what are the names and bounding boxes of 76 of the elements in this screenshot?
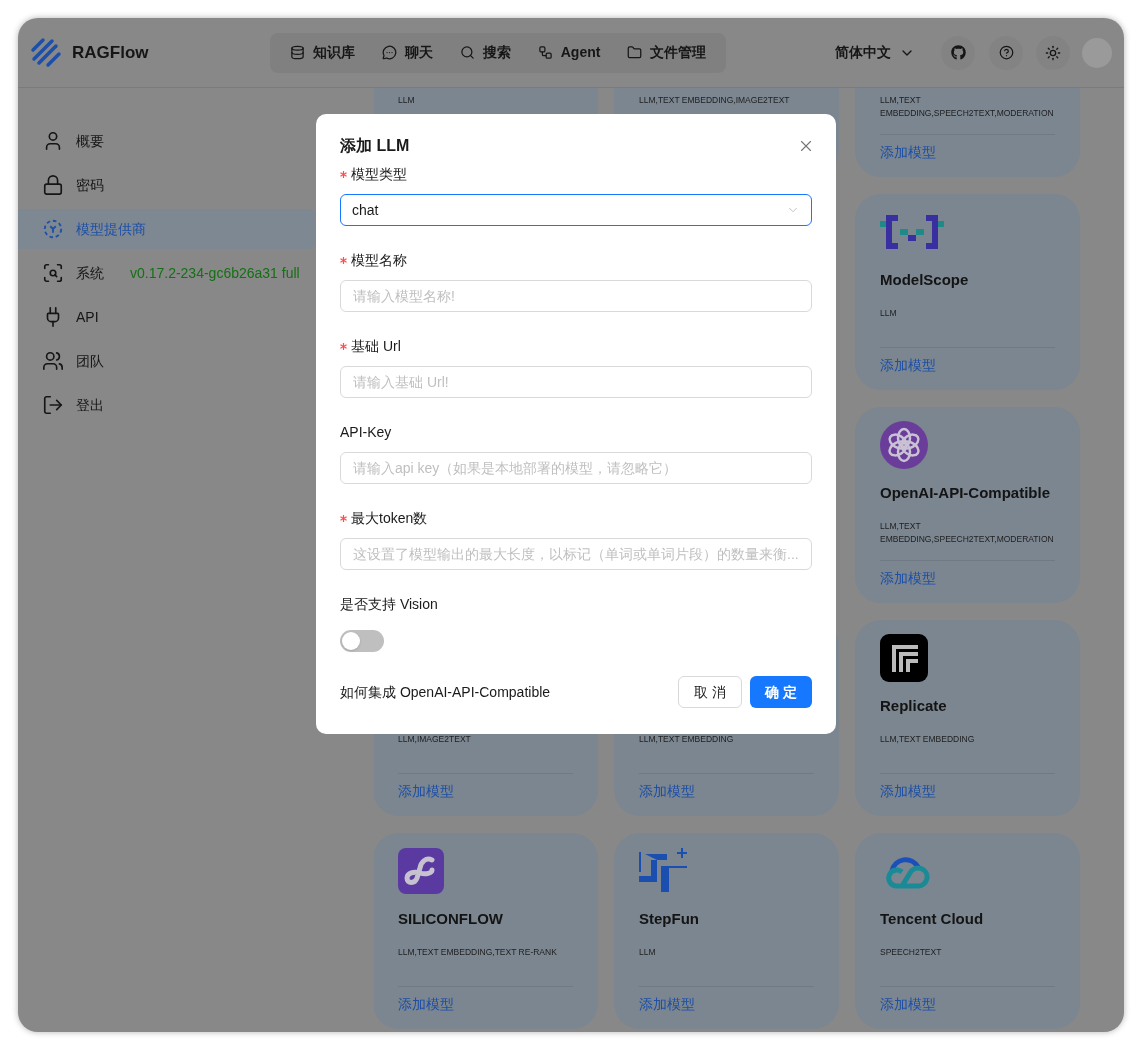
provider-tags: LLM [639, 946, 829, 959]
bars-square-logo [880, 634, 928, 682]
nav-icon [627, 45, 643, 60]
sidebar-icon [42, 174, 64, 196]
sidebar-item[interactable]: 概要 [18, 121, 318, 161]
sidebar-icon [42, 262, 64, 284]
provider-tags: LLM,TEXT EMBEDDING,TEXT RE-RANK [398, 946, 588, 959]
brand-name: RAGFlow [72, 41, 149, 64]
provider-tags: LLM,IMAGE2TEXT [398, 733, 588, 746]
language-select[interactable]: 简体中文 [835, 42, 915, 63]
integration-help-link[interactable]: 如何集成 OpenAI-API-Compatible [340, 681, 551, 703]
sun-icon [1045, 44, 1061, 61]
cancel-button[interactable]: 取 消 [678, 676, 743, 708]
provider-tags: LLM,TEXT EMBEDDING [880, 733, 1070, 746]
provider-tags: LLM,TEXT EMBEDDING,SPEECH2TEXT,MODERATION [880, 520, 1070, 546]
version-text: v0.17.2-234-gc6b26a31 full [130, 263, 300, 283]
nav-tab[interactable]: 搜索 [453, 36, 517, 69]
help-button[interactable] [989, 35, 1023, 70]
field-label: 模型名称 [351, 250, 407, 270]
field-label: 是否支持 Vision [340, 594, 438, 614]
dialog-title: 添加 LLM [340, 136, 410, 156]
provider-tags: SPEECH2TEXT [880, 946, 1070, 959]
input-field[interactable]: 请输入基础 Url! [340, 366, 812, 398]
sidebar-label: 模型提供商 [76, 219, 146, 239]
provider-tags: LLM,TEXT EMBEDDING [639, 733, 829, 746]
sidebar-label: 系统 [76, 263, 104, 283]
nav-icon [537, 45, 553, 60]
provider-name: Tencent Cloud [880, 908, 984, 929]
sidebar-item[interactable]: 团队 [18, 341, 318, 381]
provider-tags: LLM,TEXT EMBEDDING,IMAGE2TEXT [639, 94, 829, 107]
knot-circle-logo [880, 421, 928, 469]
sidebar-label: 密码 [76, 175, 104, 195]
input-field[interactable]: 这设置了模型输出的最大长度，以标记（单词或单词片段）的数量来衡... [340, 538, 812, 570]
sidebar-label: 登出 [76, 395, 104, 415]
provider-tags: LLM [880, 307, 1070, 320]
sidebar-item[interactable]: 登出 [18, 385, 318, 425]
nav-icon [289, 45, 305, 60]
confirm-button[interactable]: 确 定 [750, 676, 812, 708]
provider-tags: LLM,TEXT EMBEDDING,SPEECH2TEXT,MODERATION [880, 94, 1070, 120]
github-button[interactable] [941, 35, 975, 70]
loop-square-logo [398, 848, 444, 894]
dashed-box-icon [42, 218, 64, 240]
sidebar-label: API [76, 307, 99, 327]
pixel-brackets-logo [880, 215, 944, 249]
sidebar-label: 概要 [76, 131, 104, 151]
field-label: 基础 Url [351, 336, 401, 356]
sidebar-item[interactable]: API [18, 297, 318, 337]
provider-name: OpenAI-API-Compatible [880, 482, 1050, 503]
help-icon [998, 45, 1014, 60]
provider-name: Replicate [880, 695, 947, 716]
provider-tags: LLM [398, 94, 588, 107]
model-type-select[interactable]: chat [340, 194, 812, 226]
steps-logo [639, 848, 687, 894]
field-label: 最大token数 [351, 508, 428, 528]
provider-name: SILICONFLOW [398, 908, 503, 929]
input-field[interactable]: 请输入api key（如果是本地部署的模型，请忽略它） [340, 452, 812, 484]
theme-button[interactable] [1036, 35, 1070, 70]
input-field[interactable]: 请输入模型名称! [340, 280, 812, 312]
vision-switch[interactable] [340, 630, 384, 652]
github-icon [950, 45, 966, 60]
nav-icon [381, 45, 397, 60]
sidebar-item[interactable]: 密码 [18, 165, 318, 205]
nav-tab[interactable]: Agent [531, 36, 607, 69]
provider-name: ModelScope [880, 269, 969, 290]
nav-tab[interactable]: 文件管理 [621, 36, 713, 69]
sidebar-label: 团队 [76, 351, 104, 371]
field-label: 模型类型 [351, 164, 407, 184]
nav-tab[interactable]: 知识库 [283, 36, 361, 69]
sidebar-icon [42, 350, 64, 372]
sidebar-icon [42, 394, 64, 416]
field-label: API-Key [340, 422, 392, 442]
provider-name: StepFun [639, 908, 699, 929]
nav-tab[interactable]: 聊天 [375, 36, 439, 69]
sidebar-item[interactable]: 系统 v0.17.2-234-gc6b26a31 full [18, 253, 318, 293]
nav-icon [459, 45, 475, 60]
stripes-logo [30, 36, 62, 69]
